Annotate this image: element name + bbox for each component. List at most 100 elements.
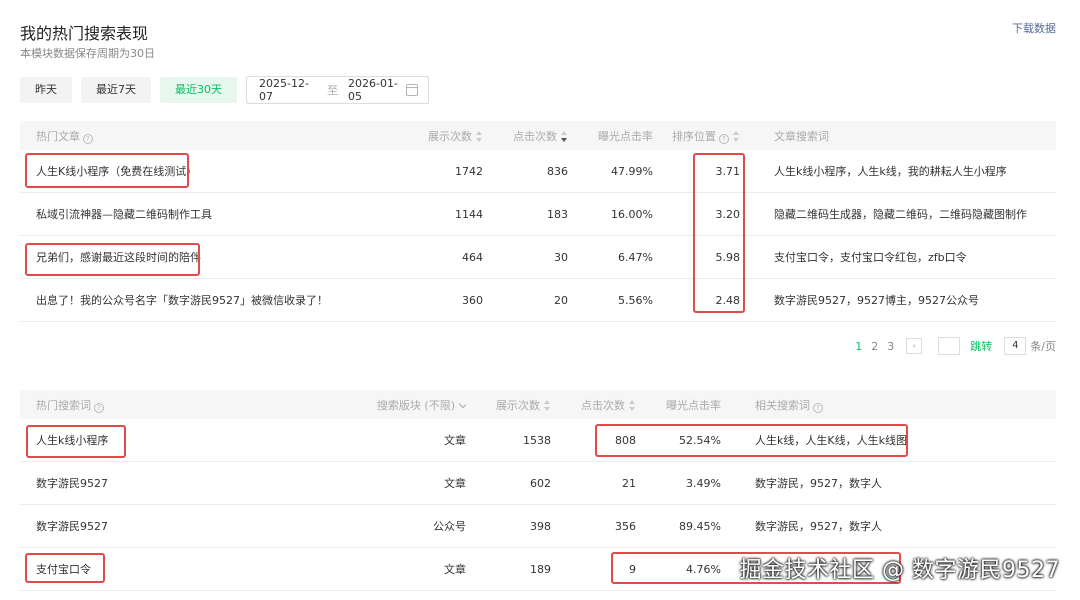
article-title[interactable]: 出息了！我的公众号名字「数字游民9527」被微信收录了！ bbox=[20, 292, 420, 308]
keyword[interactable]: 数字游民9527 bbox=[20, 518, 310, 534]
sort-icon[interactable] bbox=[544, 399, 551, 411]
next-page-button[interactable]: › bbox=[906, 338, 923, 354]
filter-last7-button[interactable]: 最近7天 bbox=[81, 77, 151, 103]
ctr: 4.76% bbox=[686, 562, 721, 576]
clicks: 183 bbox=[547, 207, 568, 221]
page-1-link[interactable]: 1 bbox=[855, 340, 862, 353]
clicks: 20 bbox=[554, 293, 568, 307]
hot-articles-table: 热门文章? 展示次数 点击次数 曝光点击率 排序位置? 文章搜索词 人生K线小程… bbox=[20, 121, 1056, 322]
pagination: 1 2 3 › 跳转 4 条/页 bbox=[20, 322, 1056, 370]
impressions: 1538 bbox=[523, 433, 551, 447]
related-keywords: 人生k线，人生K线，人生k线图 bbox=[755, 434, 907, 447]
clicks: 356 bbox=[615, 519, 636, 533]
page-size-unit: 条/页 bbox=[1030, 340, 1056, 353]
help-icon[interactable]: ? bbox=[719, 133, 729, 144]
download-data-link[interactable]: 下载数据 bbox=[1012, 20, 1056, 36]
sort-icon[interactable] bbox=[629, 399, 636, 411]
col-header-section-filter[interactable]: 搜索版块 (不限) bbox=[310, 397, 466, 413]
related-keywords: 数字游民，9527，数字人 bbox=[755, 477, 882, 490]
page-3-link[interactable]: 3 bbox=[887, 340, 894, 353]
rank: 3.20 bbox=[715, 207, 741, 221]
article-keywords: 数字游民9527，9527博主，9527公众号 bbox=[774, 294, 979, 307]
clicks: 836 bbox=[547, 164, 568, 178]
col-header-ctr: 曝光点击率 bbox=[598, 129, 653, 143]
end-date: 2026-01-05 bbox=[348, 77, 398, 103]
table-row: 数字游民9527 公众号 398 356 89.45% 数字游民，9527，数字… bbox=[20, 505, 1056, 548]
rank: 2.48 bbox=[715, 293, 741, 307]
keyword[interactable]: 人生k线小程序 bbox=[20, 432, 310, 448]
article-title[interactable]: 私域引流神器—隐藏二维码制作工具 bbox=[20, 206, 420, 222]
help-icon[interactable]: ? bbox=[94, 402, 104, 413]
article-keywords: 人生k线小程序，人生k线，我的耕耘人生小程序 bbox=[774, 165, 1007, 178]
col-header-related-keywords: 相关搜索词? bbox=[721, 397, 1056, 413]
page-size-input[interactable]: 4 bbox=[1004, 337, 1027, 355]
table-row: 数字游民9527 文章 602 21 3.49% 数字游民，9527，数字人 bbox=[20, 462, 1056, 505]
col-header-impressions[interactable]: 展示次数 bbox=[466, 397, 551, 413]
table-row: 人生K线小程序（免费在线测试） 1742 836 47.99% 3.71 人生k… bbox=[20, 150, 1056, 193]
article-title[interactable]: 兄弟们，感谢最近这段时间的陪伴 bbox=[20, 249, 420, 265]
clicks: 21 bbox=[622, 476, 636, 490]
col-header-ctr: 曝光点击率 bbox=[666, 398, 721, 412]
col-header-keyword: 热门搜索词? bbox=[20, 397, 310, 413]
table-header: 热门文章? 展示次数 点击次数 曝光点击率 排序位置? 文章搜索词 bbox=[20, 121, 1056, 150]
col-header-rank[interactable]: 排序位置? bbox=[653, 128, 740, 144]
col-header-clicks[interactable]: 点击次数 bbox=[551, 397, 636, 413]
table-header: 热门搜索词? 搜索版块 (不限) 展示次数 点击次数 曝光点击率 相关搜索词? bbox=[20, 390, 1056, 419]
article-keywords: 支付宝口令，支付宝口令红包，zfb口令 bbox=[774, 251, 967, 264]
page-title: 我的热门搜索表现 bbox=[20, 24, 149, 43]
section: 文章 bbox=[444, 434, 466, 447]
calendar-icon bbox=[406, 84, 419, 96]
help-icon[interactable]: ? bbox=[813, 402, 823, 413]
date-range-picker[interactable]: 2025-12-07 至 2026-01-05 bbox=[246, 76, 429, 104]
chevron-down-icon[interactable] bbox=[458, 399, 466, 408]
retention-note: 本模块数据保存周期为30日 bbox=[20, 47, 155, 60]
jump-button[interactable]: 跳转 bbox=[970, 338, 992, 354]
impressions: 1742 bbox=[455, 164, 483, 178]
impressions: 1144 bbox=[455, 207, 483, 221]
col-header-clicks[interactable]: 点击次数 bbox=[483, 128, 568, 144]
article-title[interactable]: 人生K线小程序（免费在线测试） bbox=[20, 163, 420, 179]
impressions: 602 bbox=[530, 476, 551, 490]
page-jump-input[interactable] bbox=[938, 337, 961, 355]
start-date: 2025-12-07 bbox=[259, 77, 309, 103]
date-separator: 至 bbox=[327, 84, 339, 97]
ctr: 47.99% bbox=[611, 164, 653, 178]
sort-icon[interactable] bbox=[733, 130, 740, 142]
table-row: 出息了！我的公众号名字「数字游民9527」被微信收录了！ 360 20 5.56… bbox=[20, 279, 1056, 322]
clicks: 9 bbox=[629, 562, 636, 576]
col-header-impressions[interactable]: 展示次数 bbox=[420, 128, 483, 144]
date-filters: 昨天 最近7天 最近30天 2025-12-07 至 2026-01-05 bbox=[20, 76, 429, 104]
keyword[interactable]: 支付宝口令 bbox=[20, 561, 310, 577]
article-keywords: 隐藏二维码生成器，隐藏二维码，二维码隐藏图制作 bbox=[774, 208, 1027, 221]
impressions: 398 bbox=[530, 519, 551, 533]
filter-yesterday-button[interactable]: 昨天 bbox=[20, 77, 72, 103]
section: 文章 bbox=[444, 477, 466, 490]
impressions: 360 bbox=[462, 293, 483, 307]
related-keywords: 数字游民，9527，数字人 bbox=[755, 520, 882, 533]
ctr: 5.56% bbox=[618, 293, 653, 307]
sort-icon[interactable] bbox=[561, 130, 568, 142]
section: 公众号 bbox=[433, 520, 466, 533]
keyword[interactable]: 数字游民9527 bbox=[20, 475, 310, 491]
help-icon[interactable]: ? bbox=[83, 133, 93, 144]
table-row: 私域引流神器—隐藏二维码制作工具 1144 183 16.00% 3.20 隐藏… bbox=[20, 193, 1056, 236]
rank: 3.71 bbox=[715, 164, 741, 178]
ctr: 52.54% bbox=[679, 433, 721, 447]
page-2-link[interactable]: 2 bbox=[871, 340, 878, 353]
impressions: 464 bbox=[462, 250, 483, 264]
table-row: 人生k线小程序 文章 1538 808 52.54% 人生k线，人生K线，人生k… bbox=[20, 419, 1056, 462]
clicks: 808 bbox=[615, 433, 636, 447]
watermark: 掘金技术社区 @ 数字游民9527 bbox=[739, 558, 1060, 583]
rank: 5.98 bbox=[715, 250, 741, 264]
filter-last30-button[interactable]: 最近30天 bbox=[160, 77, 237, 103]
impressions: 189 bbox=[530, 562, 551, 576]
ctr: 6.47% bbox=[618, 250, 653, 264]
ctr: 16.00% bbox=[611, 207, 653, 221]
col-header-article-keywords: 文章搜索词 bbox=[774, 129, 829, 143]
table-row: 兄弟们，感谢最近这段时间的陪伴 464 30 6.47% 5.98 支付宝口令，… bbox=[20, 236, 1056, 279]
ctr: 89.45% bbox=[679, 519, 721, 533]
ctr: 3.49% bbox=[686, 476, 721, 490]
clicks: 30 bbox=[554, 250, 568, 264]
col-header-article: 热门文章? bbox=[20, 128, 420, 144]
sort-icon[interactable] bbox=[476, 130, 483, 142]
